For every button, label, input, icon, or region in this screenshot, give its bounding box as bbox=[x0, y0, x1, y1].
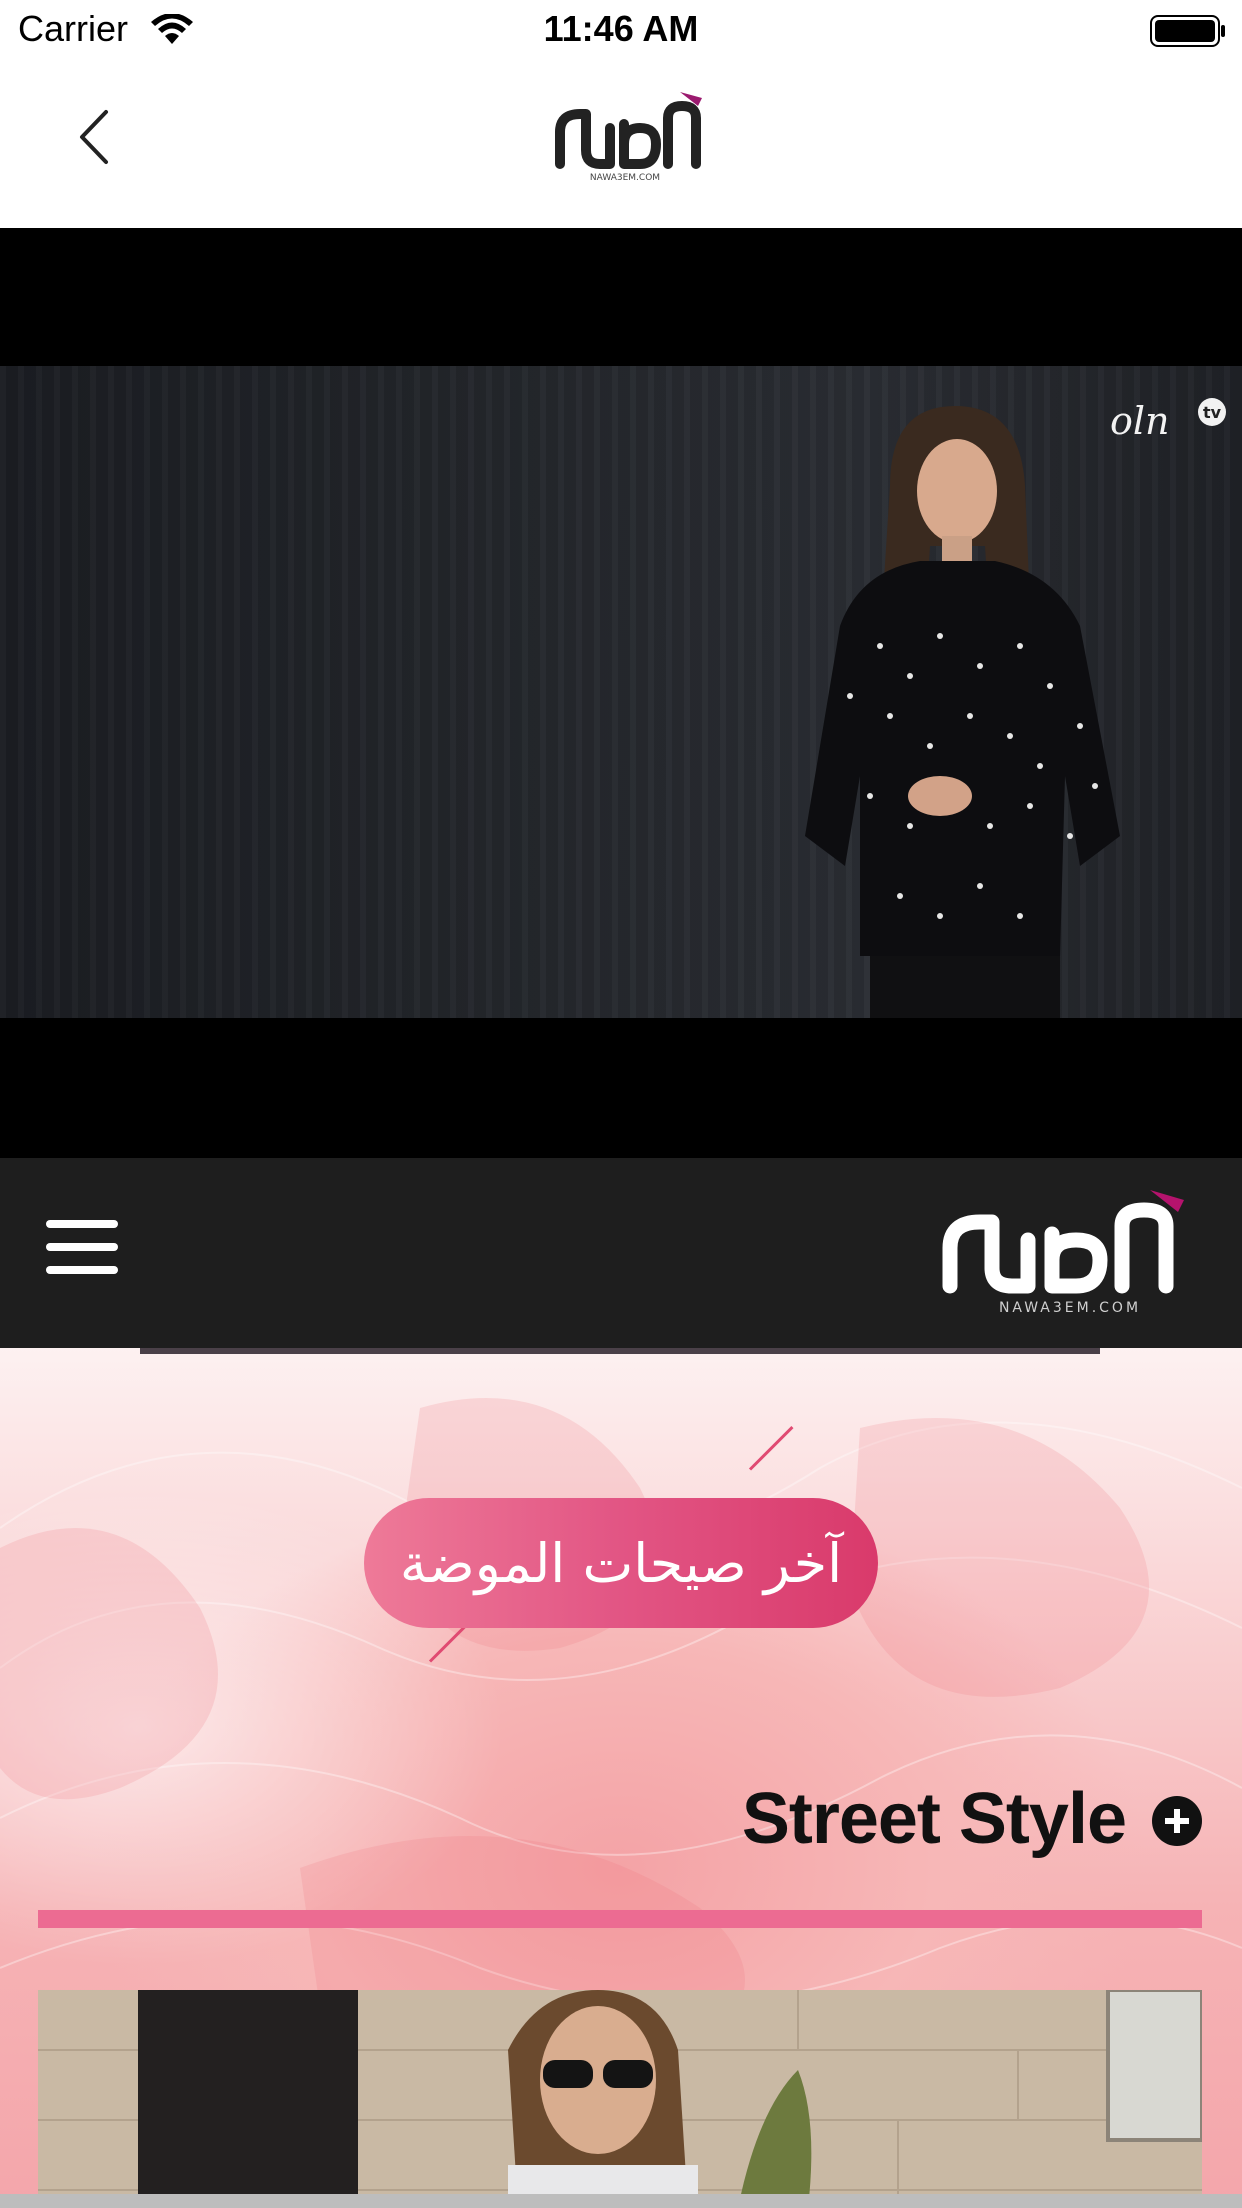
site-header: NAWA3EM.COM bbox=[0, 1158, 1242, 1348]
plus-circle-icon[interactable] bbox=[1152, 1796, 1202, 1846]
status-time: 11:46 AM bbox=[543, 8, 699, 49]
nawaem-logo: NAWA3EM.COM bbox=[555, 92, 702, 183]
fashion-hero: آخر صيحات الموضة Street Style bbox=[0, 1348, 1242, 2208]
street-style-image[interactable] bbox=[38, 1990, 1202, 2208]
video-frame[interactable]: oln tv bbox=[0, 366, 1242, 1018]
street-style-photo bbox=[38, 1990, 1202, 2208]
hamburger-menu-icon[interactable] bbox=[46, 1220, 118, 1276]
top-strip bbox=[140, 1348, 1100, 1354]
section-divider bbox=[38, 1910, 1202, 1928]
svg-text:NAWA3EM.COM: NAWA3EM.COM bbox=[999, 1300, 1141, 1316]
status-bar: Carrier 11:46 AM bbox=[0, 0, 1242, 62]
svg-text:tv: tv bbox=[1203, 403, 1222, 422]
section-title[interactable]: Street Style bbox=[742, 1778, 1127, 1860]
svg-text:oln: oln bbox=[1110, 399, 1170, 443]
back-chevron-icon[interactable] bbox=[70, 102, 120, 172]
navigation-bar: NAWA3EM.COM bbox=[0, 62, 1242, 228]
video-player[interactable]: oln tv bbox=[0, 228, 1242, 1158]
channel-logo: oln tv bbox=[1110, 398, 1226, 443]
site-logo[interactable]: NAWA3EM.COM bbox=[930, 1188, 1210, 1318]
battery-icon bbox=[1150, 15, 1225, 47]
nav-logo-sub: NAWA3EM.COM bbox=[590, 173, 660, 183]
presenter-image bbox=[805, 406, 1120, 1018]
latest-fashion-badge[interactable]: آخر صيحات الموضة bbox=[364, 1498, 878, 1628]
bottom-scroll-strip bbox=[0, 2194, 1242, 2208]
